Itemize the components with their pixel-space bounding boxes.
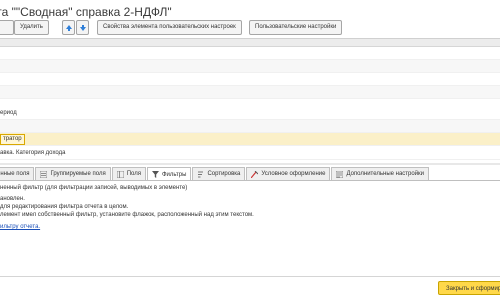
grouping-icon	[40, 170, 48, 178]
toolbar-partial-button[interactable]	[0, 20, 14, 35]
sort-icon	[198, 171, 204, 177]
window-title: ета ""Сводная" справка 2-НДФЛ"	[0, 5, 172, 19]
arrow-up-icon	[65, 24, 72, 31]
grid-row[interactable]: авка. Категория дохода	[0, 147, 500, 160]
element-properties-button[interactable]: Свойства элемента пользовательских настр…	[97, 20, 242, 35]
user-settings-button[interactable]: Пользовательские настройки	[249, 20, 343, 35]
filter-icon	[151, 171, 159, 178]
tab-conditional-format[interactable]: Условное оформление	[246, 167, 331, 180]
filter-hint-text: лемент имел собственный фильтр, установи…	[0, 212, 254, 218]
grid-row[interactable]	[0, 60, 500, 73]
tab-sorting[interactable]: Сортировка	[192, 167, 246, 180]
splitter[interactable]	[0, 163, 500, 165]
filter-description: ненный фильтр (для фильтрации записей, в…	[0, 185, 188, 191]
arrow-down-icon	[79, 24, 86, 31]
filter-hint-text: для редактирования фильтра отчета в цело…	[0, 204, 129, 210]
tab-divider	[0, 180, 500, 181]
tab-selected-fields[interactable]: енные поля	[0, 167, 35, 180]
tab-additional-settings[interactable]: Дополнительные настройки	[331, 167, 430, 180]
report-filter-link[interactable]: ильтру отчета.	[0, 224, 40, 230]
grid-row[interactable]	[0, 47, 500, 60]
conditional-format-icon	[251, 170, 259, 178]
filter-status-text: ановлен.	[0, 196, 25, 202]
tab-filters[interactable]: Фильтры	[146, 167, 192, 181]
grid-row[interactable]	[0, 120, 500, 133]
move-up-button[interactable]	[62, 20, 75, 35]
tab-bar: енные поля Группируемые поля Поля Фильтр…	[0, 167, 430, 181]
grid-row[interactable]	[0, 73, 500, 86]
grid-row[interactable]: ериод	[0, 107, 500, 120]
move-down-button[interactable]	[76, 20, 89, 35]
tab-fields[interactable]: Поля	[111, 167, 146, 180]
fields-icon	[116, 170, 124, 178]
settings-icon	[336, 170, 344, 178]
footer-divider	[0, 276, 500, 277]
grid-header	[0, 38, 500, 47]
grid-row[interactable]	[0, 86, 500, 99]
grid-row-selected[interactable]: тратор	[0, 133, 500, 146]
delete-button[interactable]: Удалить	[14, 20, 49, 35]
tab-grouping-fields[interactable]: Группируемые поля	[35, 167, 111, 180]
close-and-generate-button[interactable]: Закрыть и сформировать	[438, 281, 500, 295]
